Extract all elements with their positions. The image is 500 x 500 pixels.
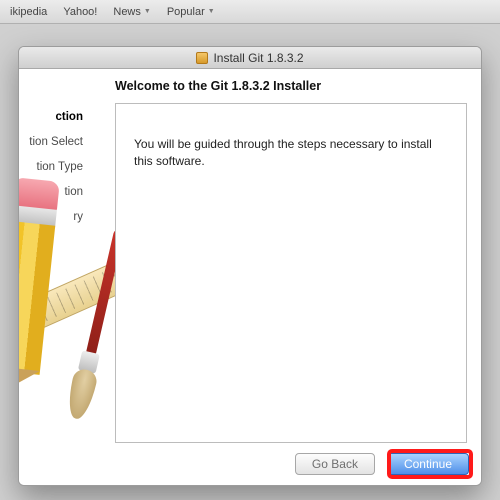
page-heading: Welcome to the Git 1.8.3.2 Installer xyxy=(115,79,321,93)
window-title: Install Git 1.8.3.2 xyxy=(213,51,303,65)
bookmark-news[interactable]: News▼ xyxy=(105,6,158,18)
bookmark-yahoo[interactable]: Yahoo! xyxy=(55,6,105,18)
window-titlebar[interactable]: Install Git 1.8.3.2 xyxy=(19,47,481,69)
package-icon xyxy=(196,52,208,64)
chevron-down-icon: ▼ xyxy=(208,8,215,15)
step-summary: ry xyxy=(19,205,91,230)
installer-steps-sidebar: ction tion Select tion Type tion ry xyxy=(19,105,91,230)
go-back-button[interactable]: Go Back xyxy=(295,453,375,475)
step-installation-type: tion Type xyxy=(19,155,91,180)
button-row: Go Back Continue xyxy=(295,453,469,475)
bookmark-wikipedia[interactable]: ikipedia xyxy=(2,6,55,18)
bookmark-popular[interactable]: Popular▼ xyxy=(159,6,223,18)
browser-bookmarks-bar: ikipedia Yahoo! News▼ Popular▼ xyxy=(0,0,500,24)
installer-body: Welcome to the Git 1.8.3.2 Installer cti… xyxy=(19,69,481,485)
content-panel: You will be guided through the steps nec… xyxy=(115,103,467,443)
continue-button[interactable]: Continue xyxy=(387,453,469,475)
step-destination-select: tion Select xyxy=(19,130,91,155)
step-introduction: ction xyxy=(19,105,91,130)
chevron-down-icon: ▼ xyxy=(144,8,151,15)
installer-window: Install Git 1.8.3.2 Welcome to the Git 1… xyxy=(18,46,482,486)
welcome-message: You will be guided through the steps nec… xyxy=(134,137,432,168)
step-installation: tion xyxy=(19,180,91,205)
